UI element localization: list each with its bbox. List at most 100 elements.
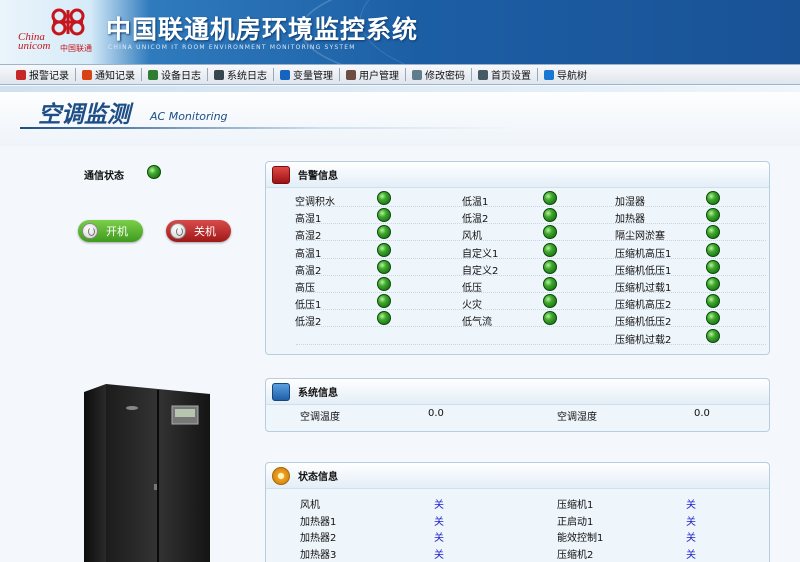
brand-cn-text: 中国联通 xyxy=(60,44,92,53)
nav-item-label: 导航树 xyxy=(557,71,587,82)
alarm-status-led-icon xyxy=(706,259,720,274)
monitor-icon xyxy=(272,382,290,401)
device-log-icon xyxy=(148,69,158,80)
status-value: 关 xyxy=(434,549,444,561)
nav-tree-icon xyxy=(544,69,554,80)
nav-item[interactable]: 修改密码 xyxy=(406,65,471,84)
nav-item-label: 报警记录 xyxy=(29,71,69,82)
alarm-row: 压缩机过载2 xyxy=(266,328,771,346)
alarm-item-label: 压缩机高压1 xyxy=(615,248,672,260)
temp-value: 0.0 xyxy=(428,408,444,419)
app-header: China unicom 中国联通 中国联通机房环境监控系统 CHINA UNI… xyxy=(0,0,800,64)
power-icon xyxy=(82,223,98,239)
alarm-status-led-icon xyxy=(706,294,720,309)
status-label: 加热器2 xyxy=(300,533,337,544)
alarm-item-label: 高湿2 xyxy=(295,231,322,243)
status-label: 风机 xyxy=(300,500,320,511)
page-header: 空调监测 AC Monitoring xyxy=(0,86,800,146)
power-off-button[interactable]: 关机 xyxy=(166,220,231,242)
alarm-status-led-icon xyxy=(543,311,557,326)
alarm-item-label: 自定义1 xyxy=(462,248,499,260)
row-divider xyxy=(296,343,766,345)
alarm-status-led-icon xyxy=(377,242,391,257)
alarm-row: 高湿2 风机 隔尘网淤塞 xyxy=(266,224,771,243)
nav-item[interactable]: 通知记录 xyxy=(76,65,141,84)
nav-item[interactable]: 系统日志 xyxy=(208,65,273,84)
homepage-settings-icon xyxy=(478,69,488,80)
nav-item[interactable]: 报警记录 xyxy=(10,65,75,84)
alarm-item-label: 低压1 xyxy=(295,300,322,312)
alarm-status-led-icon xyxy=(706,277,720,291)
alarm-item-label: 高温1 xyxy=(295,248,322,260)
status-label: 加热器1 xyxy=(300,516,337,528)
alarm-item-label: 风机 xyxy=(462,231,482,243)
alarm-status-led-icon xyxy=(377,225,391,240)
status-label: 加热器3 xyxy=(300,549,337,561)
system-info-panel: 系统信息 空调温度 0.0 空调湿度 0.0 xyxy=(265,378,770,432)
ac-unit-image xyxy=(84,384,210,562)
alarm-row: 低湿2 低气流 压缩机低压2 xyxy=(266,310,771,329)
alarm-status-led-icon xyxy=(377,259,391,274)
page-title: 空调监测 xyxy=(38,102,130,128)
alarm-status-led-icon xyxy=(543,191,557,205)
status-value: 关 xyxy=(434,516,444,528)
status-row: 加热器3 关 压缩机2 关 xyxy=(266,544,771,561)
alarm-status-led-icon xyxy=(543,242,557,257)
comm-status-label: 通信状态 xyxy=(84,171,124,182)
nav-item-label: 系统日志 xyxy=(227,71,267,82)
alarm-item-label: 低压 xyxy=(462,283,482,294)
alarm-item-label: 高温2 xyxy=(295,265,322,277)
alarm-status-led-icon xyxy=(543,225,557,240)
nav-item[interactable]: 设备日志 xyxy=(142,65,207,84)
alarm-status-led-icon xyxy=(706,328,720,343)
power-on-label: 开机 xyxy=(106,225,128,238)
system-log-icon xyxy=(214,69,224,80)
alarm-item-label: 压缩机过载2 xyxy=(615,334,672,346)
alarm-item-label: 隔尘网淤塞 xyxy=(615,231,665,243)
page-header-bar xyxy=(0,86,800,92)
alarm-status-led-icon xyxy=(706,208,720,223)
alarm-status-led-icon xyxy=(706,242,720,257)
status-info-panel: 状态信息 风机关压缩机1 关加热器1 关正启动1 关加热器2 关能效控制1 关加热器3 关压… xyxy=(265,462,770,562)
status-label: 压缩机1 xyxy=(557,500,594,511)
status-label: 正启动1 xyxy=(557,516,594,528)
alarm-row: 低压1 火灾 压缩机高压2 xyxy=(266,293,771,312)
nav-item[interactable]: 首页设置 xyxy=(472,65,537,84)
status-value: 关 xyxy=(434,500,444,511)
unicom-logo-icon xyxy=(51,8,85,36)
status-panel-header: 状态信息 xyxy=(266,463,769,489)
nav-item[interactable]: 用户管理 xyxy=(340,65,405,84)
alarm-panel: 告警信息 空调积水 低温1 加湿器 高湿1 低温2 加热器 高湿2 风机 隔尘网淤塞 高温1 自定义… xyxy=(265,161,770,355)
alarm-item-label: 压缩机低压1 xyxy=(615,265,672,277)
nav-item-label: 用户管理 xyxy=(359,71,399,82)
status-row: 风机 关 压缩机1 关 xyxy=(266,494,771,511)
humidity-value: 0.0 xyxy=(694,408,710,419)
alarm-status-led-icon xyxy=(543,208,557,223)
power-on-button[interactable]: 开机 xyxy=(78,220,143,242)
status-value: 关 xyxy=(434,533,444,544)
alarm-item-label: 自定义2 xyxy=(462,265,499,277)
status-label: 压缩机2 xyxy=(557,549,594,561)
variable-manage-icon xyxy=(280,69,290,80)
alarm-row: 高湿1 低温2 加热器 xyxy=(266,207,771,225)
alarm-status-led-icon xyxy=(543,294,557,309)
nav-item[interactable]: 导航树 xyxy=(538,65,593,84)
alarm-status-led-icon xyxy=(377,191,391,205)
alarm-book-icon xyxy=(272,165,290,184)
gear-icon xyxy=(272,466,290,485)
alarm-status-led-icon xyxy=(377,294,391,309)
alarm-status-led-icon xyxy=(706,311,720,326)
alarm-item-label: 加湿器 xyxy=(615,197,645,208)
status-value: 关 xyxy=(686,549,696,561)
lock-icon xyxy=(412,69,422,80)
main-nav: 报警记录 通知记录 设备日志 系统日志 变量管理 用户管理 修改密码 首页设置 导航树 xyxy=(0,64,800,85)
nav-item[interactable]: 变量管理 xyxy=(274,65,339,84)
alarm-status-led-icon xyxy=(543,259,557,274)
alarm-row: 高温2 自定义2 压缩机低压1 xyxy=(266,259,771,277)
humidity-label: 空调湿度 xyxy=(557,412,597,423)
power-off-label: 关机 xyxy=(194,225,216,238)
alarm-item-label: 低气流 xyxy=(462,317,492,329)
alarm-status-led-icon xyxy=(377,311,391,326)
app-subtitle: CHINA UNICOM IT ROOM ENVIRONMENT MONITOR… xyxy=(108,44,356,51)
alarm-status-led-icon xyxy=(543,277,557,291)
